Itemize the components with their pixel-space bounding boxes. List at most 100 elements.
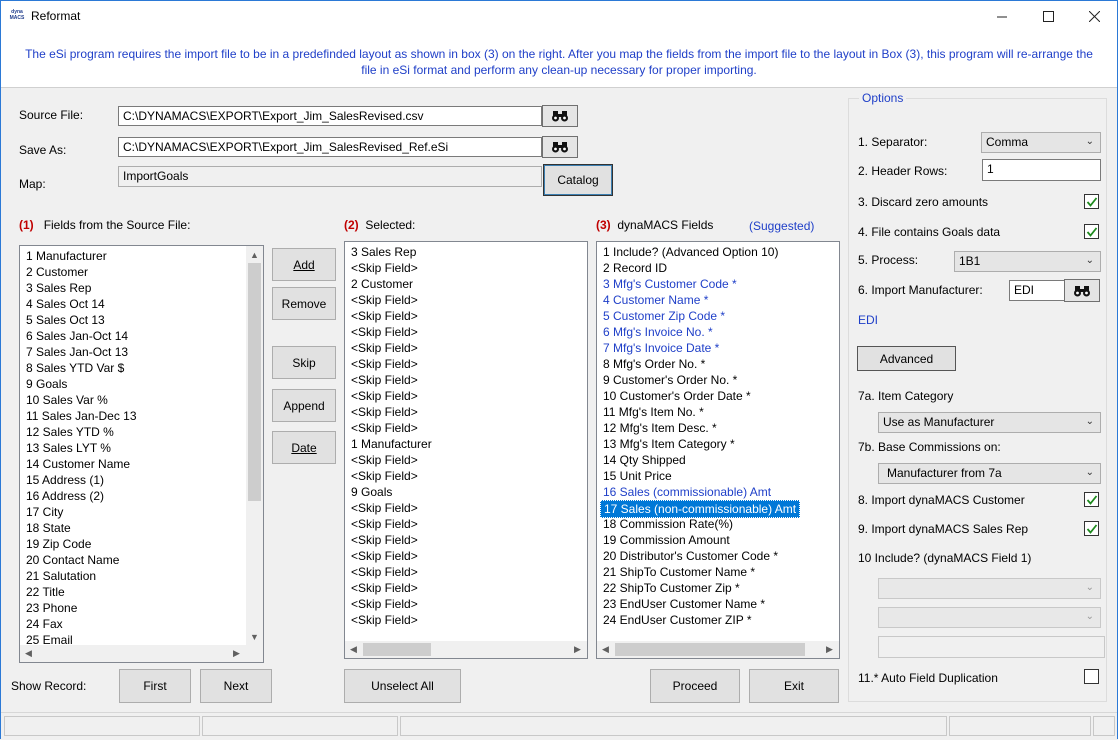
dynamacs-field-item[interactable]: 14 Qty Shipped (597, 452, 839, 468)
base-commissions-select[interactable]: Manufacturer from 7a ⌄ (878, 463, 1101, 484)
dynamacs-field-item[interactable]: 17 Sales (non-commissionable) Amt (597, 500, 839, 518)
proceed-button[interactable]: Proceed (650, 669, 740, 703)
scroll-right-icon[interactable]: ▶ (569, 641, 586, 658)
source-field-item[interactable]: 15 Address (1) (20, 472, 263, 488)
maximize-button[interactable] (1025, 1, 1071, 32)
selected-field-item[interactable]: 9 Goals (345, 484, 587, 500)
dynamacs-field-item[interactable]: 13 Mfg's Item Category * (597, 436, 839, 452)
source-field-item[interactable]: 17 City (20, 504, 263, 520)
selected-field-item[interactable]: <Skip Field> (345, 452, 587, 468)
scroll-right-icon[interactable]: ▶ (821, 641, 838, 658)
suggested-link[interactable]: (Suggested) (749, 219, 814, 233)
unselect-all-button[interactable]: Unselect All (344, 669, 461, 703)
source-file-field[interactable]: C:\DYNAMACS\EXPORT\Export_Jim_SalesRevis… (118, 106, 542, 126)
selected-field-item[interactable]: 1 Manufacturer (345, 436, 587, 452)
map-field[interactable]: ImportGoals (118, 166, 542, 187)
import-manufacturer-input[interactable]: EDI (1009, 280, 1065, 301)
browse-manufacturer-button[interactable] (1064, 279, 1100, 302)
dynamacs-field-item[interactable]: 16 Sales (commissionable) Amt (597, 484, 839, 500)
skip-button[interactable]: Skip (272, 346, 336, 379)
catalog-button[interactable]: Catalog (543, 164, 613, 196)
scroll-down-icon[interactable]: ▼ (246, 628, 263, 645)
dynamacs-field-item[interactable]: 7 Mfg's Invoice Date * (597, 340, 839, 356)
scroll-thumb[interactable] (363, 643, 431, 656)
source-field-item[interactable]: 16 Address (2) (20, 488, 263, 504)
source-fields-vscrollbar[interactable]: ▲ ▼ (246, 246, 263, 645)
source-field-item[interactable]: 9 Goals (20, 376, 263, 392)
include-field-select-2[interactable]: ⌄ (878, 607, 1101, 628)
dynamacs-field-item[interactable]: 10 Customer's Order Date * (597, 388, 839, 404)
dynamacs-field-item[interactable]: 15 Unit Price (597, 468, 839, 484)
selected-field-item[interactable]: <Skip Field> (345, 468, 587, 484)
dynamacs-field-item[interactable]: 22 ShipTo Customer Zip * (597, 580, 839, 596)
scroll-left-icon[interactable]: ◀ (345, 641, 362, 658)
selected-field-item[interactable]: <Skip Field> (345, 260, 587, 276)
selected-field-item[interactable]: <Skip Field> (345, 532, 587, 548)
scroll-up-icon[interactable]: ▲ (246, 246, 263, 263)
dynamacs-field-item[interactable]: 5 Customer Zip Code * (597, 308, 839, 324)
source-field-item[interactable]: 24 Fax (20, 616, 263, 632)
selected-field-item[interactable]: <Skip Field> (345, 516, 587, 532)
selected-field-item[interactable]: <Skip Field> (345, 324, 587, 340)
source-field-item[interactable]: 3 Sales Rep (20, 280, 263, 296)
item-category-select[interactable]: Use as Manufacturer ⌄ (878, 412, 1101, 433)
source-field-item[interactable]: 22 Title (20, 584, 263, 600)
selected-field-item[interactable]: <Skip Field> (345, 420, 587, 436)
dynamacs-field-item[interactable]: 9 Customer's Order No. * (597, 372, 839, 388)
selected-field-item[interactable]: <Skip Field> (345, 372, 587, 388)
source-field-item[interactable]: 21 Salutation (20, 568, 263, 584)
first-button[interactable]: First (119, 669, 191, 703)
selected-field-item[interactable]: <Skip Field> (345, 500, 587, 516)
source-field-item[interactable]: 2 Customer (20, 264, 263, 280)
auto-duplication-checkbox[interactable] (1084, 669, 1099, 684)
include-field-input[interactable] (878, 636, 1105, 658)
dynamacs-field-item[interactable]: 11 Mfg's Item No. * (597, 404, 839, 420)
import-salesrep-checkbox[interactable] (1084, 521, 1099, 536)
source-field-item[interactable]: 4 Sales Oct 14 (20, 296, 263, 312)
close-button[interactable] (1071, 1, 1117, 32)
dynamacs-field-item[interactable]: 3 Mfg's Customer Code * (597, 276, 839, 292)
source-field-item[interactable]: 23 Phone (20, 600, 263, 616)
dynamacs-field-item[interactable]: 4 Customer Name * (597, 292, 839, 308)
separator-select[interactable]: Comma ⌄ (981, 132, 1101, 153)
selected-field-item[interactable]: <Skip Field> (345, 580, 587, 596)
next-button[interactable]: Next (200, 669, 272, 703)
source-field-item[interactable]: 10 Sales Var % (20, 392, 263, 408)
append-button[interactable]: Append (272, 389, 336, 422)
selected-field-item[interactable]: <Skip Field> (345, 612, 587, 628)
save-as-field[interactable]: C:\DYNAMACS\EXPORT\Export_Jim_SalesRevis… (118, 137, 542, 157)
selected-fields-hscrollbar[interactable]: ◀ ▶ (345, 641, 587, 658)
source-field-item[interactable]: 1 Manufacturer (20, 248, 263, 264)
goals-data-checkbox[interactable] (1084, 224, 1099, 239)
source-field-item[interactable]: 8 Sales YTD Var $ (20, 360, 263, 376)
selected-fields-list[interactable]: 3 Sales Rep <Skip Field> 2 Customer <Skip … (344, 241, 588, 659)
selected-field-item[interactable]: <Skip Field> (345, 356, 587, 372)
dynamacs-field-item[interactable]: 1 Include? (Advanced Option 10) (597, 244, 839, 260)
source-fields-hscrollbar[interactable]: ◀ ▶ (20, 645, 263, 662)
source-field-item[interactable]: 7 Sales Jan-Oct 13 (20, 344, 263, 360)
dynamacs-fields-hscrollbar[interactable]: ◀ ▶ (597, 641, 839, 658)
source-field-item[interactable]: 6 Sales Jan-Oct 14 (20, 328, 263, 344)
dynamacs-field-item[interactable]: 21 ShipTo Customer Name * (597, 564, 839, 580)
dynamacs-field-item[interactable]: 2 Record ID (597, 260, 839, 276)
dynamacs-field-item[interactable]: 23 EndUser Customer Name * (597, 596, 839, 612)
remove-button[interactable]: Remove (272, 287, 336, 320)
scroll-thumb[interactable] (615, 643, 805, 656)
scroll-left-icon[interactable]: ◀ (20, 645, 37, 662)
process-select[interactable]: 1B1 ⌄ (954, 251, 1101, 272)
scroll-left-icon[interactable]: ◀ (597, 641, 614, 658)
selected-field-item[interactable]: <Skip Field> (345, 564, 587, 580)
selected-field-item[interactable]: <Skip Field> (345, 292, 587, 308)
source-field-item[interactable]: 19 Zip Code (20, 536, 263, 552)
source-field-item[interactable]: 20 Contact Name (20, 552, 263, 568)
dynamacs-field-item[interactable]: 18 Commission Rate(%) (597, 516, 839, 532)
selected-field-item[interactable]: <Skip Field> (345, 308, 587, 324)
selected-field-item[interactable]: 3 Sales Rep (345, 244, 587, 260)
selected-field-item[interactable]: <Skip Field> (345, 340, 587, 356)
selected-field-item[interactable]: <Skip Field> (345, 404, 587, 420)
scroll-thumb[interactable] (248, 263, 261, 501)
browse-source-button[interactable] (542, 105, 578, 127)
browse-saveas-button[interactable] (542, 136, 578, 158)
exit-button[interactable]: Exit (749, 669, 839, 703)
scroll-right-icon[interactable]: ▶ (228, 645, 245, 662)
